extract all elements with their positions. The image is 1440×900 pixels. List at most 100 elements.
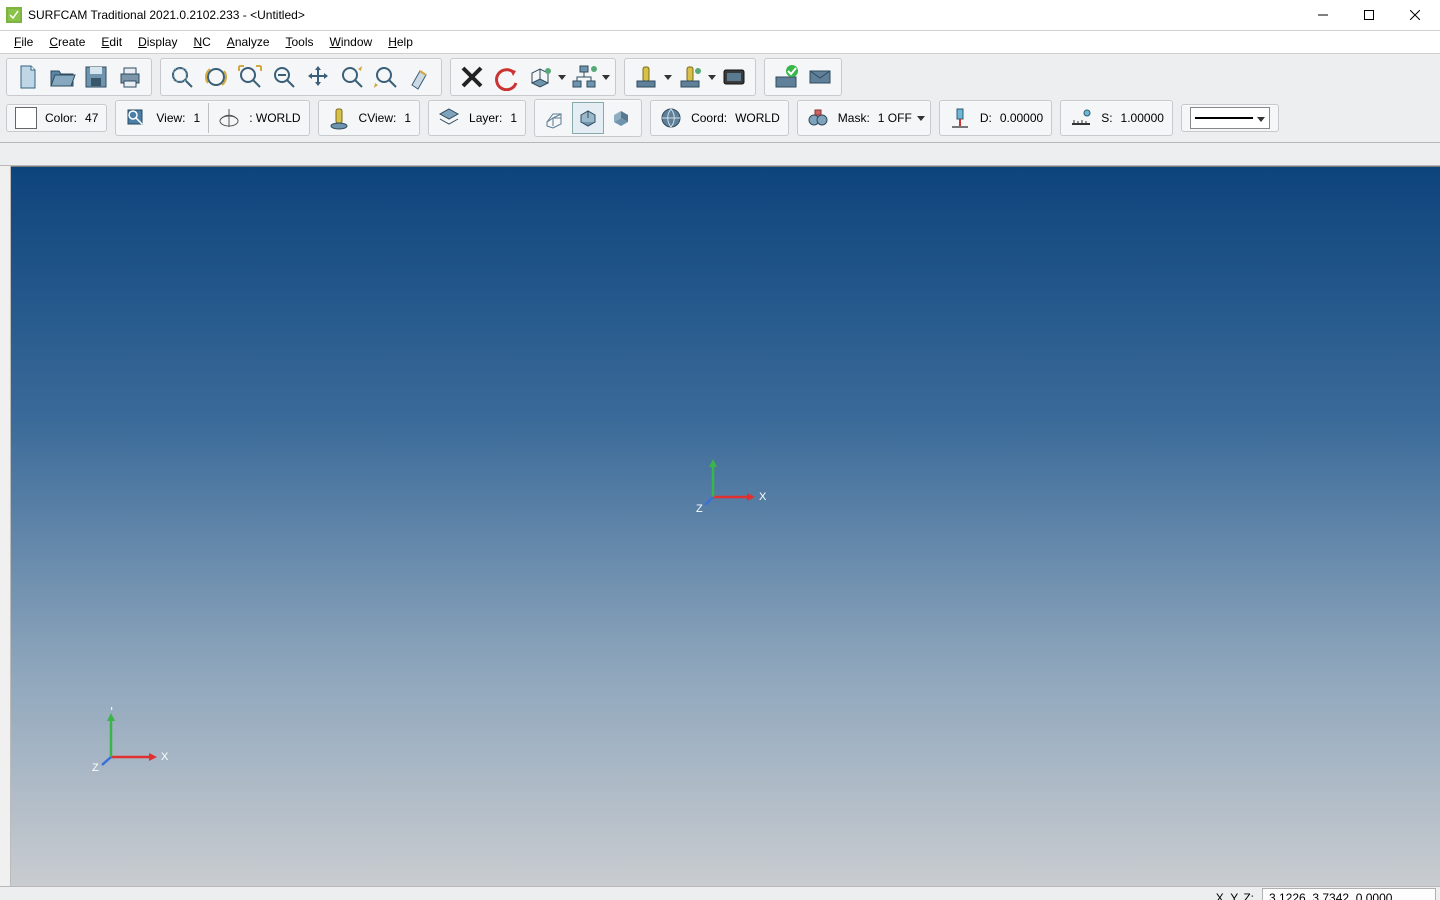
verify-button[interactable] xyxy=(770,61,802,93)
print-button[interactable] xyxy=(114,61,146,93)
world-icon[interactable] xyxy=(214,103,244,133)
menu-analyze[interactable]: Analyze xyxy=(219,33,278,51)
tool-dropdown-1[interactable] xyxy=(663,75,673,80)
transform-button[interactable] xyxy=(524,61,556,93)
minimize-button[interactable] xyxy=(1300,0,1346,30)
wireframe-button[interactable] xyxy=(540,103,570,133)
status-xyz-label: X, Y, Z: xyxy=(1216,891,1254,900)
layer-label: Layer: xyxy=(469,111,502,125)
zoom-window-button[interactable] xyxy=(166,61,198,93)
cview-value[interactable]: 1 xyxy=(404,111,411,125)
toolbar-row-1 xyxy=(6,58,1434,96)
color-swatch[interactable] xyxy=(15,107,37,129)
viewport[interactable]: X Y Y Y Z X Y Z xyxy=(11,166,1440,886)
zoom-in-dynamic-button[interactable] xyxy=(336,61,368,93)
coord-value[interactable]: WORLD xyxy=(735,111,780,125)
menu-help[interactable]: Help xyxy=(380,33,421,51)
svg-text:X: X xyxy=(759,491,767,503)
mask-value[interactable]: 1 OFF xyxy=(878,111,912,125)
d-value[interactable]: 0.00000 xyxy=(1000,111,1043,125)
repaint-button[interactable] xyxy=(404,61,436,93)
main-area: X Y Y Y Z X Y Z xyxy=(0,166,1440,886)
shade-group xyxy=(534,99,642,137)
menu-file-label: ile xyxy=(21,35,33,49)
world-label[interactable]: : WORLD xyxy=(249,111,300,125)
cview-group: CView: 1 xyxy=(318,100,420,136)
menu-display[interactable]: Display xyxy=(130,33,185,51)
save-button[interactable] xyxy=(80,61,112,93)
toolbar-edit-group xyxy=(450,58,616,96)
d-label: D: xyxy=(980,111,992,125)
tool-dropdown-2[interactable] xyxy=(707,75,717,80)
status-coords-value: 3.1226, 3.7342, 0.0000 xyxy=(1269,891,1392,900)
toolbar-area: Color: 47 View: 1 : WORLD CView: 1 Layer… xyxy=(0,54,1440,143)
toolbar-nc-group xyxy=(624,58,756,96)
y-label-c: Y xyxy=(710,457,718,458)
ucs-axis-center: X Y Y Y Z xyxy=(691,457,771,517)
view-icon[interactable] xyxy=(121,103,151,133)
toolbar-zoom-group xyxy=(160,58,442,96)
status-coords: 3.1226, 3.7342, 0.0000 xyxy=(1262,888,1436,900)
scale-group: S: 1.00000 xyxy=(1060,100,1173,136)
zoom-fit-button[interactable] xyxy=(234,61,266,93)
maximize-button[interactable] xyxy=(1346,0,1392,30)
scale-icon[interactable] xyxy=(1066,103,1096,133)
coord-icon[interactable] xyxy=(656,103,686,133)
color-label: Color: xyxy=(45,111,77,125)
undo-button[interactable] xyxy=(490,61,522,93)
mask-group: Mask: 1 OFF xyxy=(797,100,931,136)
color-value[interactable]: 47 xyxy=(85,111,98,125)
close-button[interactable] xyxy=(1392,0,1438,30)
menu-tools[interactable]: Tools xyxy=(278,33,322,51)
layer-group: Layer: 1 xyxy=(428,100,526,136)
menu-window[interactable]: Window xyxy=(322,33,381,51)
toolbar-file-group xyxy=(6,58,152,96)
cview-icon[interactable] xyxy=(324,103,354,133)
zoom-previous-button[interactable] xyxy=(200,61,232,93)
tool-button-1[interactable] xyxy=(630,61,662,93)
mask-label: Mask: xyxy=(838,111,870,125)
hierarchy-button[interactable] xyxy=(568,61,600,93)
coord-group: Coord: WORLD xyxy=(650,100,789,136)
mask-icon[interactable] xyxy=(803,103,833,133)
coord-label: Coord: xyxy=(691,111,727,125)
pan-button[interactable] xyxy=(302,61,334,93)
tool-button-2[interactable] xyxy=(674,61,706,93)
hierarchy-dropdown[interactable] xyxy=(601,75,611,80)
color-group: Color: 47 xyxy=(6,104,107,132)
ucs-axis-corner: X Y Z xyxy=(89,707,179,777)
linetype-selector[interactable] xyxy=(1190,107,1270,129)
operations-button[interactable] xyxy=(718,61,750,93)
svg-text:Z: Z xyxy=(696,503,703,515)
s-value[interactable]: 1.00000 xyxy=(1121,111,1164,125)
svg-text:Y: Y xyxy=(108,707,116,713)
layer-icon[interactable] xyxy=(434,103,464,133)
depth-icon[interactable] xyxy=(945,103,975,133)
viewport-left-gutter xyxy=(0,166,11,886)
title-bar: SURFCAM Traditional 2021.0.2102.233 - <U… xyxy=(0,0,1440,31)
shaded-edges-button[interactable] xyxy=(572,102,604,134)
zoom-out-button[interactable] xyxy=(268,61,300,93)
shaded-button[interactable] xyxy=(606,103,636,133)
menu-file[interactable]: File xyxy=(6,33,41,51)
post-button[interactable] xyxy=(804,61,836,93)
toolbar-verify-group xyxy=(764,58,842,96)
depth-group: D: 0.00000 xyxy=(939,100,1052,136)
toolbar-row-2: Color: 47 View: 1 : WORLD CView: 1 Layer… xyxy=(6,99,1434,137)
open-button[interactable] xyxy=(46,61,78,93)
new-button[interactable] xyxy=(12,61,44,93)
window-title: SURFCAM Traditional 2021.0.2102.233 - <U… xyxy=(28,8,305,22)
menu-nc[interactable]: NC xyxy=(185,33,218,51)
zoom-out-dynamic-button[interactable] xyxy=(370,61,402,93)
svg-text:X: X xyxy=(161,751,169,763)
menu-create[interactable]: Create xyxy=(41,33,93,51)
view-group: View: 1 : WORLD xyxy=(115,100,309,136)
linetype-group xyxy=(1181,104,1279,132)
toolbar-spacer-strip xyxy=(0,143,1440,166)
transform-dropdown[interactable] xyxy=(557,75,567,80)
delete-button[interactable] xyxy=(456,61,488,93)
view-value[interactable]: 1 xyxy=(194,111,201,125)
layer-value[interactable]: 1 xyxy=(510,111,517,125)
menu-edit[interactable]: Edit xyxy=(93,33,130,51)
mask-dropdown[interactable] xyxy=(916,116,926,121)
